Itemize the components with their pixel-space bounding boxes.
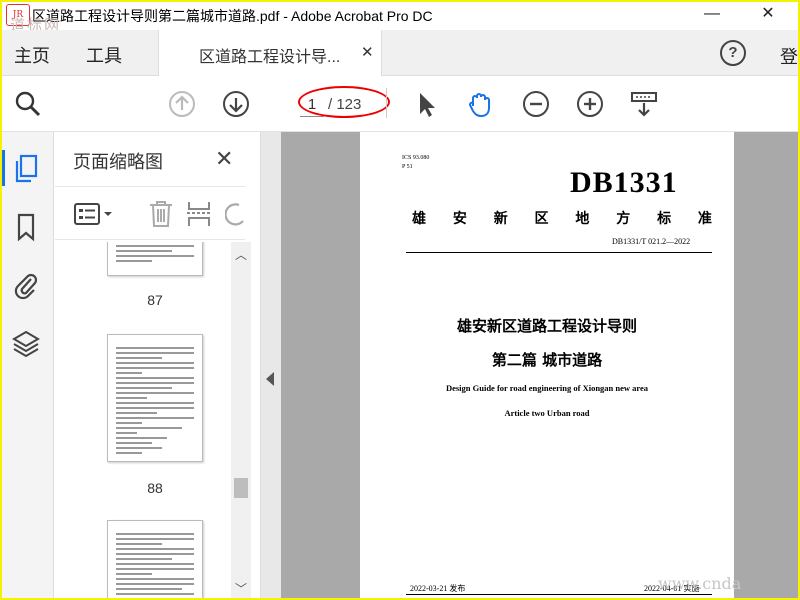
attachment-icon[interactable]: [12, 270, 40, 300]
ics-code: ICS 93.080 P 51: [402, 154, 429, 172]
thumbnail-label: 88: [147, 480, 163, 496]
toolbar-divider: [386, 88, 387, 118]
standard-type-char: 准: [697, 212, 712, 227]
help-icon[interactable]: ?: [720, 40, 746, 66]
document-tab-label: 区道路工程设计导...: [199, 49, 341, 66]
document-number: DB1331/T 021.2—2022: [612, 237, 691, 246]
tab-home[interactable]: 主页: [14, 42, 50, 68]
document-viewer[interactable]: ICS 93.080 P 51 DB1331 雄 安 新 区 地 方 标 准 D…: [281, 132, 798, 598]
thumbnail-page-88[interactable]: [107, 334, 203, 462]
standard-type-char: 雄: [412, 212, 426, 227]
thumbnail-label: 87: [147, 292, 163, 308]
panel-collapse-strip[interactable]: [261, 132, 281, 598]
tab-bar: 主页 工具 区道路工程设计导... ✕ ? 登: [2, 30, 798, 76]
app-window: JR 区道路工程设计导则第二篇城市道路.pdf - Adobe Acrobat …: [2, 2, 798, 598]
active-indicator: [2, 150, 5, 186]
standard-type: 雄 安 新 区 地 方 标 准: [412, 208, 712, 228]
panel-title: 页面缩略图: [73, 152, 163, 172]
thumbnail-page-87[interactable]: [107, 242, 203, 276]
close-tab-icon[interactable]: ✕: [361, 43, 374, 61]
standard-type-char: 标: [657, 212, 672, 227]
login-link[interactable]: 登: [780, 43, 798, 69]
search-icon[interactable]: [14, 90, 42, 118]
minimize-button[interactable]: —: [692, 2, 732, 28]
thumbnails-panel: 页面缩略图 ✕ 87 88 ︿ ﹀: [55, 132, 261, 598]
collapse-arrow-icon[interactable]: [266, 372, 274, 386]
scrollbar-thumb[interactable]: [234, 478, 248, 498]
panel-close-icon[interactable]: ✕: [215, 146, 233, 172]
title-en-main: Design Guide for road engineering of Xio…: [445, 383, 649, 393]
page-down-icon[interactable]: [222, 90, 250, 118]
annotation-ellipse: [298, 86, 390, 118]
title-bar: JR 区道路工程设计导则第二篇城市道路.pdf - Adobe Acrobat …: [2, 2, 798, 34]
layers-icon[interactable]: [12, 328, 40, 358]
panel-toolbar: [55, 186, 245, 240]
standard-type-char: 地: [575, 212, 590, 227]
standard-type-char: 方: [616, 212, 631, 227]
select-pointer-icon[interactable]: [412, 90, 440, 118]
standard-type-char: 区: [534, 212, 549, 227]
title-cn-main: 雄安新区道路工程设计导则: [456, 317, 637, 335]
page-up-icon[interactable]: [168, 90, 196, 118]
footer-rule: [406, 594, 712, 595]
thumbnail-list: 87 88: [55, 242, 231, 598]
scroll-down-icon[interactable]: ﹀: [231, 580, 251, 597]
rotate-page-icon[interactable]: [225, 201, 245, 227]
insert-page-icon[interactable]: [185, 199, 213, 229]
standard-type-char: 新: [493, 212, 508, 227]
thumbnail-options-icon[interactable]: [73, 201, 115, 227]
navigation-rail: [2, 132, 54, 598]
scroll-up-icon[interactable]: ︿: [231, 246, 251, 263]
main-toolbar: 1 / 123: [2, 76, 798, 132]
bookmark-icon[interactable]: [12, 212, 40, 242]
thumbnail-page-89[interactable]: [107, 520, 203, 598]
page-thumbnails-icon[interactable]: [12, 154, 40, 184]
scroll-mode-icon[interactable]: [630, 90, 658, 118]
tab-tools[interactable]: 工具: [86, 42, 122, 68]
tab-document[interactable]: 区道路工程设计导... ✕: [158, 30, 382, 76]
hand-icon[interactable]: [466, 90, 494, 118]
thumbnail-scrollbar[interactable]: ︿ ﹀: [231, 242, 251, 598]
zoom-out-icon[interactable]: [522, 90, 550, 118]
zoom-in-icon[interactable]: [576, 90, 604, 118]
title-cn-sub: 第二篇 城市道路: [491, 351, 603, 369]
header-rule: [406, 252, 712, 253]
publish-date: 2022-03-21 发布: [410, 584, 466, 593]
ccs-line: P 51: [402, 164, 413, 170]
standard-code: DB1331: [570, 166, 678, 199]
title-en-sub: Article two Urban road: [504, 408, 590, 418]
delete-page-icon[interactable]: [147, 199, 175, 229]
close-window-button[interactable]: ✕: [748, 2, 788, 28]
standard-type-char: 安: [452, 212, 467, 227]
ics-line: ICS 93.080: [402, 155, 430, 161]
pdf-page: ICS 93.080 P 51 DB1331 雄 安 新 区 地 方 标 准 D…: [360, 132, 734, 598]
window-title: 区道路工程设计导则第二篇城市道路.pdf - Adobe Acrobat Pro…: [32, 8, 433, 24]
watermark-bottom: www.cnda: [658, 574, 742, 593]
